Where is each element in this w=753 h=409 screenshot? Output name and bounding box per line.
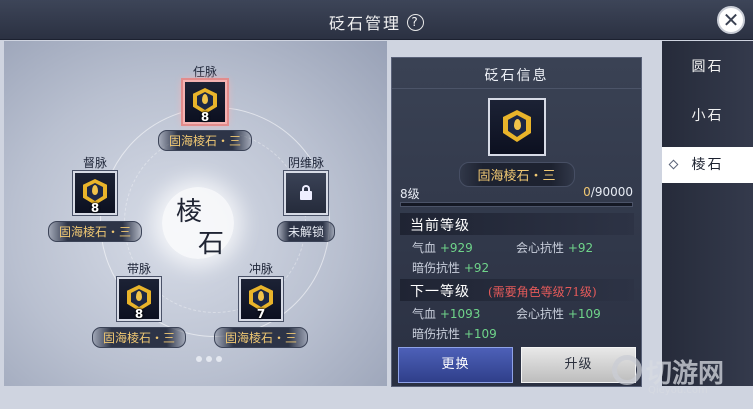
tab-small-stone[interactable]: 小石 bbox=[662, 98, 753, 134]
slot-level: 7 bbox=[256, 307, 266, 321]
meridian-slot-ren[interactable]: 任脉 8 固海棱石・三 bbox=[140, 63, 270, 158]
slot-name: 督脉 bbox=[82, 156, 107, 170]
stone-slot-icon[interactable]: 7 bbox=[239, 277, 283, 321]
stone-level: 8级 bbox=[400, 187, 420, 201]
exp-current: 0 bbox=[583, 185, 591, 199]
watermark-logo-icon bbox=[612, 355, 642, 385]
stone-type-tabs: 圆石 小石 棱石 bbox=[662, 41, 753, 386]
tab-label: 棱石 bbox=[691, 157, 724, 173]
exp-total: /90000 bbox=[590, 185, 633, 199]
center-char-2: 石 bbox=[198, 229, 225, 259]
selected-stone-icon bbox=[488, 98, 546, 156]
gem-drop-icon bbox=[136, 291, 142, 301]
slot-stone-label: 固海棱石・三 bbox=[91, 327, 187, 348]
decorative-dots bbox=[194, 347, 224, 366]
slot-locked-label: 未解锁 bbox=[276, 221, 336, 242]
slot-stone-label: 固海棱石・三 bbox=[213, 327, 309, 348]
help-icon[interactable]: ? bbox=[407, 13, 424, 31]
current-stat-hp: 气血 +929 bbox=[412, 241, 473, 255]
next-level-header: 下一等级 (需要角色等级71级) bbox=[400, 279, 634, 301]
exp-progress-bar bbox=[400, 202, 633, 207]
meridian-slot-du[interactable]: 督脉 8 固海棱石・三 bbox=[30, 154, 160, 249]
selected-stone-name: 固海棱石・三 bbox=[458, 162, 575, 187]
tab-prism-stone[interactable]: 棱石 bbox=[662, 147, 753, 183]
next-level-title: 下一等级 bbox=[410, 284, 470, 300]
gem-drop-icon bbox=[514, 119, 521, 130]
page-title: 砭石管理? bbox=[0, 10, 753, 34]
tab-round-stone[interactable]: 圆石 bbox=[662, 49, 753, 85]
slot-name: 带脉 bbox=[126, 262, 151, 276]
slot-name: 任脉 bbox=[192, 65, 217, 79]
watermark: 切游网 Qieyou.com bbox=[612, 353, 752, 405]
selected-marker-icon bbox=[668, 159, 679, 170]
slot-name: 阴维脉 bbox=[287, 156, 324, 170]
stone-slot-icon[interactable]: 8 bbox=[73, 171, 117, 215]
title-bar: 砭石管理? ✕ bbox=[0, 0, 753, 40]
lock-icon bbox=[300, 185, 312, 200]
close-button[interactable]: ✕ bbox=[717, 6, 745, 34]
next-stat-crit-res: 会心抗性 +109 bbox=[516, 307, 601, 321]
swap-button[interactable]: 更换 bbox=[398, 347, 513, 383]
stone-info-panel: 砭石信息 固海棱石・三 8级 0/90000 当前等级 气血 +929 会心抗性… bbox=[391, 57, 642, 387]
divider bbox=[392, 88, 641, 89]
locked-slot-icon[interactable] bbox=[284, 171, 328, 215]
slot-name: 冲脉 bbox=[248, 262, 273, 276]
gem-drop-icon bbox=[92, 185, 98, 195]
stone-slot-icon[interactable]: 8 bbox=[183, 80, 227, 124]
slot-level: 8 bbox=[200, 110, 210, 124]
stone-slot-icon[interactable]: 8 bbox=[117, 277, 161, 321]
meridian-slot-chong[interactable]: 冲脉 7 固海棱石・三 bbox=[196, 260, 326, 355]
slot-stone-label: 固海棱石・三 bbox=[157, 130, 253, 151]
slot-stone-label: 固海棱石・三 bbox=[47, 221, 143, 242]
gem-drop-icon bbox=[258, 291, 264, 301]
gem-drop-icon bbox=[202, 94, 208, 104]
exp-value: 0/90000 bbox=[583, 185, 633, 199]
current-level-title: 当前等级 bbox=[410, 218, 470, 234]
current-level-header: 当前等级 bbox=[400, 213, 634, 235]
next-stat-hp: 气血 +1093 bbox=[412, 307, 481, 321]
current-stat-hidden-res: 暗伤抗性 +92 bbox=[412, 261, 490, 275]
slot-level: 8 bbox=[90, 201, 100, 215]
next-stat-hidden-res: 暗伤抗性 +109 bbox=[412, 327, 497, 341]
current-stat-crit-res: 会心抗性 +92 bbox=[516, 241, 594, 255]
info-title: 砭石信息 bbox=[484, 68, 549, 84]
level-requirement: (需要角色等级71级) bbox=[488, 285, 597, 299]
watermark-subtext: Qieyou.com bbox=[648, 385, 708, 396]
slot-level: 8 bbox=[134, 307, 144, 321]
meridian-panel: 棱 石 任脉 8 固海棱石・三 督脉 8 固海棱石・三 阴维脉 未解锁 带脉 8… bbox=[4, 41, 387, 386]
title-text: 砭石管理 bbox=[328, 14, 401, 33]
meridian-slot-yinwei[interactable]: 阴维脉 未解锁 bbox=[241, 154, 371, 249]
meridian-slot-dai[interactable]: 带脉 8 固海棱石・三 bbox=[74, 260, 204, 355]
